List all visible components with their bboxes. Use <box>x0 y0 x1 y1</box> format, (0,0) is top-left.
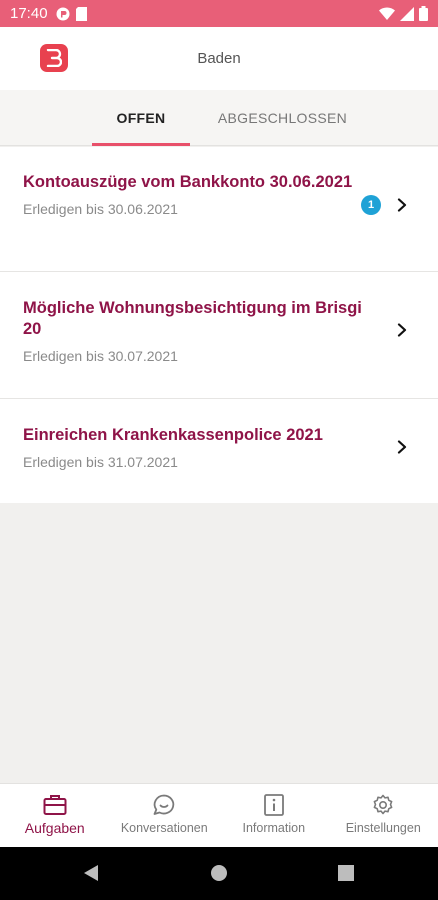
task-title: Mögliche Wohnungsbesichtigung im Brisgi … <box>23 299 362 338</box>
system-navigation-bar <box>0 847 438 900</box>
page-title: Baden <box>197 50 241 67</box>
nav-aufgaben[interactable]: Aufgaben <box>0 784 110 847</box>
sim-card-icon <box>75 6 87 21</box>
gear-icon <box>373 794 393 815</box>
tab-abgeschlossen[interactable]: ABGESCHLOSSEN <box>210 90 355 146</box>
briefcase-icon <box>43 795 67 815</box>
app-logo-icon <box>40 44 68 72</box>
chevron-right-icon <box>397 198 407 212</box>
info-document-icon <box>263 794 284 816</box>
chevron-right-icon <box>397 323 407 337</box>
app-header: Baden <box>0 27 438 90</box>
signal-icon <box>400 6 414 21</box>
task-list: Kontoauszüge vom Bankkonto 30.06.2021 Er… <box>0 147 438 503</box>
bottom-navigation: Aufgaben Konversationen Information Eins… <box>0 783 438 847</box>
nav-einstellungen[interactable]: Einstellungen <box>329 784 438 847</box>
nav-label: Information <box>242 821 306 835</box>
chevron-right-icon <box>397 440 407 454</box>
unread-count-badge: 1 <box>361 195 381 215</box>
list-item[interactable]: Mögliche Wohnungsbesichtigung im Brisgi … <box>0 272 438 399</box>
wifi-icon <box>379 7 395 20</box>
nav-label: Einstellungen <box>345 821 421 835</box>
recents-icon[interactable] <box>337 864 355 882</box>
nav-information[interactable]: Information <box>219 784 329 847</box>
task-title: Kontoauszüge vom Bankkonto 30.06.2021 <box>23 173 353 191</box>
chat-bubble-icon <box>153 794 175 815</box>
task-due-date: Erledigen bis 30.07.2021 <box>23 348 178 364</box>
task-due-date: Erledigen bis 31.07.2021 <box>23 454 178 470</box>
nav-label: Konversationen <box>120 821 208 835</box>
home-icon[interactable] <box>210 864 228 882</box>
list-item[interactable]: Einreichen Krankenkassenpolice 2021 Erle… <box>0 399 438 503</box>
circle-app-icon <box>56 7 70 20</box>
list-item[interactable]: Kontoauszüge vom Bankkonto 30.06.2021 Er… <box>0 147 438 272</box>
task-due-date: Erledigen bis 30.06.2021 <box>23 201 178 217</box>
battery-icon <box>419 6 428 21</box>
status-bar: 17:40 <box>0 0 438 27</box>
nav-label: Aufgaben <box>24 820 85 836</box>
task-title: Einreichen Krankenkassenpolice 2021 <box>23 426 323 444</box>
nav-konversationen[interactable]: Konversationen <box>110 784 220 847</box>
tab-bar: OFFEN ABGESCHLOSSEN <box>0 90 438 146</box>
back-icon[interactable] <box>82 864 100 882</box>
tab-offen[interactable]: OFFEN <box>92 90 190 146</box>
status-time: 17:40 <box>10 5 48 22</box>
